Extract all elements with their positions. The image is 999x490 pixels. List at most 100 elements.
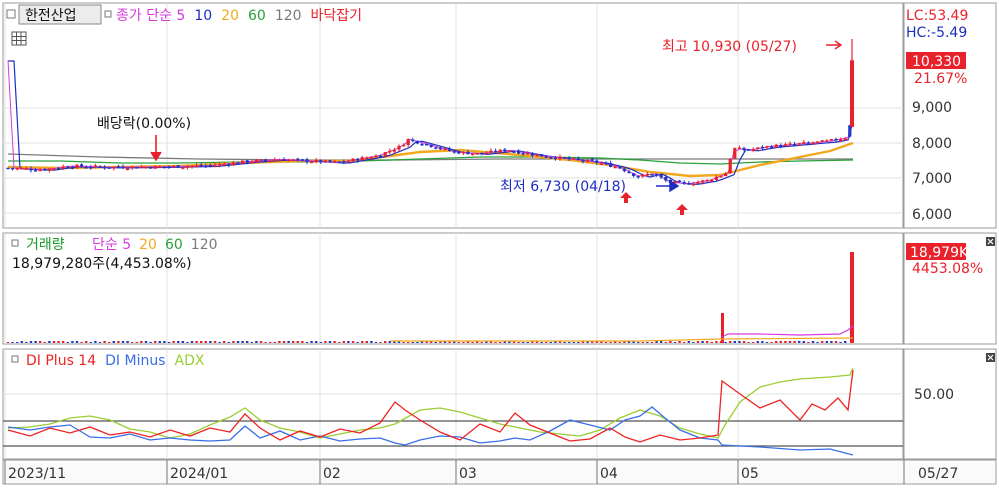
- candle-body: [572, 158, 576, 160]
- volume-bar: [526, 342, 529, 343]
- volume-bar: [108, 342, 111, 343]
- x-axis-label: 02: [323, 466, 341, 482]
- volume-bar: [255, 341, 258, 343]
- volume-bar: [798, 341, 801, 343]
- volume-badge-value: 18,979K: [910, 245, 969, 261]
- price-tick-label: 7,000: [912, 171, 952, 187]
- candle-body: [503, 149, 507, 152]
- volume-bar: [370, 341, 373, 343]
- candle-body: [38, 169, 42, 172]
- volume-bar: [39, 341, 42, 343]
- volume-bar: [839, 342, 842, 343]
- volume-bar: [563, 342, 566, 343]
- volume-bar: [604, 342, 608, 343]
- volume-bar: [20, 341, 23, 343]
- volume-bar: [66, 342, 69, 343]
- candle-body: [705, 179, 709, 182]
- candle-body: [457, 151, 461, 154]
- candle-body: [710, 179, 714, 182]
- volume-bar: [742, 341, 746, 343]
- candle-body: [535, 154, 539, 157]
- volume-bar: [324, 341, 327, 343]
- volume-bar: [172, 341, 175, 343]
- legend-entry: 20: [139, 237, 157, 253]
- candle-body: [43, 169, 47, 171]
- candle-body: [287, 159, 291, 162]
- lc-label: LC:53.49: [906, 8, 968, 24]
- candle-body: [351, 158, 355, 162]
- volume-bar: [278, 341, 281, 343]
- volume-bar: [34, 341, 37, 343]
- candle-body: [544, 156, 548, 158]
- volume-bar: [218, 342, 221, 343]
- volume-bar: [333, 341, 336, 343]
- candle-body: [590, 159, 594, 161]
- volume-bar: [733, 341, 736, 343]
- volume-bar: [6, 342, 10, 343]
- volume-bar: [402, 342, 405, 343]
- candle-body: [89, 166, 93, 169]
- candle-body: [664, 176, 668, 181]
- candle-body: [135, 167, 139, 169]
- grid-toggle-icon[interactable]: [11, 31, 27, 46]
- candle-body: [144, 166, 148, 169]
- volume-bar: [310, 341, 313, 343]
- candle-body: [618, 167, 622, 169]
- candle-body: [213, 165, 217, 167]
- candle-body: [268, 160, 272, 162]
- candle-body: [599, 163, 603, 165]
- volume-bar: [434, 342, 437, 343]
- candle-body: [613, 166, 617, 169]
- volume-bar: [227, 342, 230, 343]
- di-scale-frame: [903, 348, 997, 460]
- x-axis-label: 05: [741, 466, 759, 482]
- volume-panel-frame: [2, 232, 904, 345]
- candle-body: [282, 159, 286, 161]
- candle-body: [149, 167, 153, 169]
- candle-body: [576, 158, 580, 160]
- candle-body: [411, 139, 415, 142]
- volume-bar: [158, 341, 161, 343]
- volume-bar: [770, 342, 773, 343]
- candle-body: [802, 142, 806, 144]
- legend-entry: 20: [221, 8, 239, 24]
- panel-toggle-icon[interactable]: [6, 9, 16, 19]
- x-axis-label: 2024/01: [170, 466, 228, 482]
- volume-bar: [784, 341, 787, 343]
- volume-bar: [384, 341, 387, 343]
- volume-bar: [710, 342, 713, 343]
- candle-body: [452, 151, 456, 153]
- volume-bar: [71, 341, 74, 343]
- candle-body: [737, 147, 741, 150]
- volume-bar: [315, 341, 318, 343]
- volume-bar: [11, 342, 14, 343]
- volume-bar: [259, 341, 263, 343]
- volume-bar: [669, 341, 672, 343]
- volume-bar: [163, 341, 166, 343]
- volume-bar: [305, 342, 309, 343]
- volume-bar: [103, 341, 106, 343]
- x-axis-label: 04: [600, 466, 618, 482]
- candle-body: [323, 160, 327, 163]
- volume-bar: [834, 341, 838, 343]
- volume-bar: [779, 341, 782, 343]
- candle-body: [797, 143, 801, 145]
- legend-entry: DI Minus: [105, 353, 165, 369]
- volume-bar: [641, 342, 644, 343]
- volume-bar: [655, 341, 658, 343]
- candle-body: [724, 173, 728, 177]
- volume-bar: [167, 342, 171, 343]
- candle-body: [494, 150, 498, 153]
- volume-bar: [549, 342, 552, 343]
- volume-bar: [52, 341, 56, 343]
- chart-window: 한전산업 종가 단순 5 10 20 60 120 바닥잡기 최고 10,930 (05/…: [0, 0, 999, 486]
- volume-bar: [683, 342, 686, 343]
- volume-bar: [209, 341, 212, 343]
- candle-body: [162, 166, 166, 168]
- x-axis-bar: [2, 459, 997, 485]
- dividend-label: 배당락(0.00%): [97, 116, 191, 132]
- volume-bar: [816, 342, 819, 343]
- candle-body: [563, 157, 567, 159]
- candle-body: [678, 180, 682, 183]
- volume-bar: [365, 341, 368, 343]
